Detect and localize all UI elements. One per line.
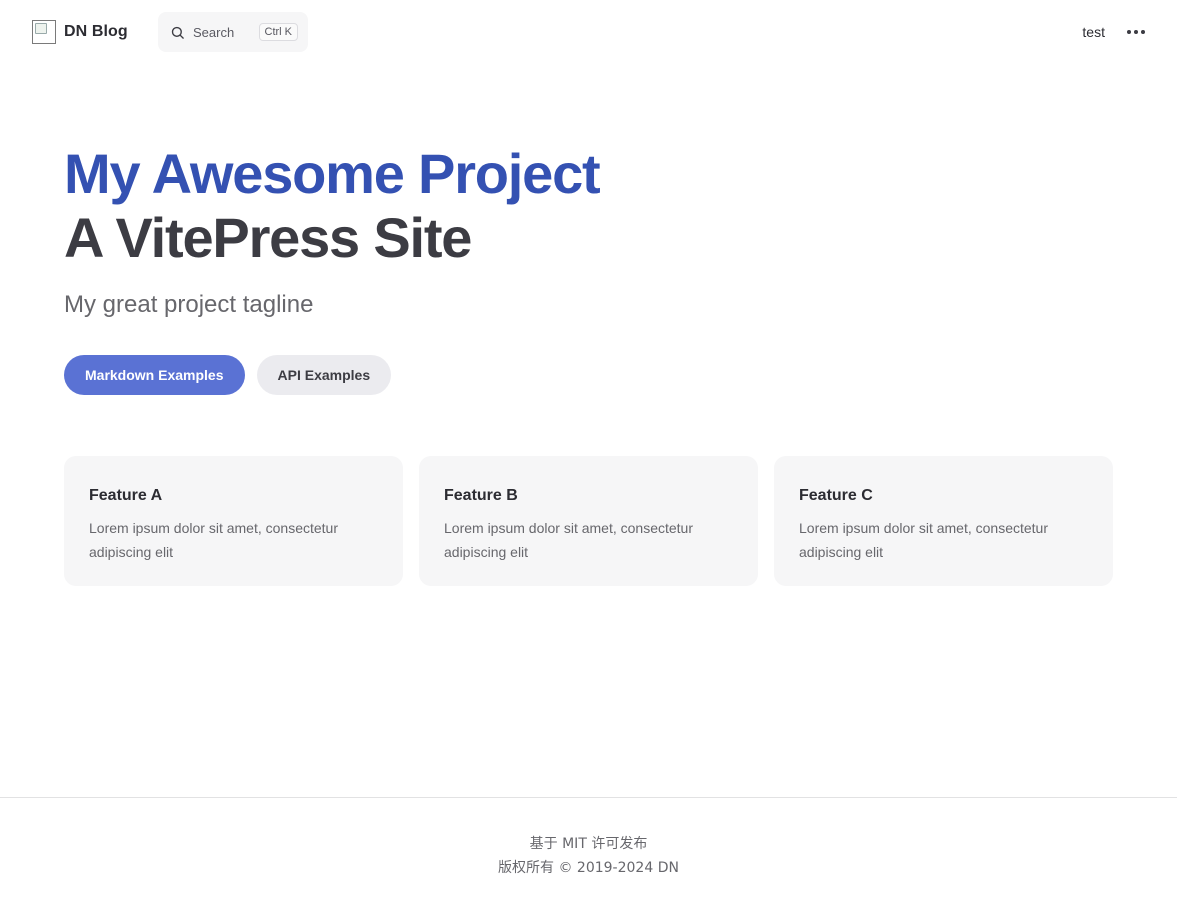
feature-details: Lorem ipsum dolor sit amet, consectetur … [799, 520, 1048, 560]
site-footer: 基于 MIT 许可发布 版权所有 © 2019-2024 DN [0, 797, 1177, 910]
search-label: Search [193, 24, 235, 40]
feature-card-b: Feature B Lorem ipsum dolor sit amet, co… [419, 456, 758, 586]
hero-actions: Markdown Examples API Examples [64, 355, 964, 395]
footer-copyright: 版权所有 © 2019-2024 DN [498, 860, 679, 876]
search-button[interactable]: Search Ctrl K [158, 12, 308, 52]
page: DN Blog Search Ctrl K test My Awesome Pr… [0, 0, 1177, 910]
feature-details: Lorem ipsum dolor sit amet, consectetur … [89, 520, 338, 560]
search-icon [170, 25, 185, 40]
search-shortcut-badge: Ctrl K [258, 23, 298, 41]
features-section: Feature A Lorem ipsum dolor sit amet, co… [64, 456, 1113, 586]
nav-right: test [1082, 0, 1145, 64]
feature-card-a: Feature A Lorem ipsum dolor sit amet, co… [64, 456, 403, 586]
api-examples-button[interactable]: API Examples [256, 355, 392, 395]
feature-title: Feature A [89, 487, 163, 504]
hero-tagline: My great project tagline [64, 291, 314, 318]
feature-title: Feature C [799, 487, 873, 504]
footer-message: 基于 MIT 许可发布 [529, 836, 648, 852]
feature-details: Lorem ipsum dolor sit amet, consectetur … [444, 520, 693, 560]
site-brand-link[interactable]: DN Blog [32, 20, 128, 44]
broken-image-icon [32, 20, 56, 44]
hero-text: A VitePress Site [64, 206, 472, 269]
hero-name: My Awesome Project [64, 142, 601, 205]
site-title: DN Blog [64, 23, 128, 40]
feature-title: Feature B [444, 487, 518, 504]
feature-card-c: Feature C Lorem ipsum dolor sit amet, co… [774, 456, 1113, 586]
hero-section: My Awesome Project A VitePress Site My g… [64, 142, 964, 395]
ellipsis-dot [1141, 30, 1145, 34]
top-nav: DN Blog Search Ctrl K test [0, 0, 1177, 64]
ellipsis-dot [1127, 30, 1131, 34]
markdown-examples-button[interactable]: Markdown Examples [64, 355, 245, 395]
hero-heading: My Awesome Project A VitePress Site [64, 142, 964, 270]
ellipsis-icon[interactable] [1127, 26, 1145, 38]
ellipsis-dot [1134, 30, 1138, 34]
nav-link-test[interactable]: test [1082, 24, 1105, 40]
